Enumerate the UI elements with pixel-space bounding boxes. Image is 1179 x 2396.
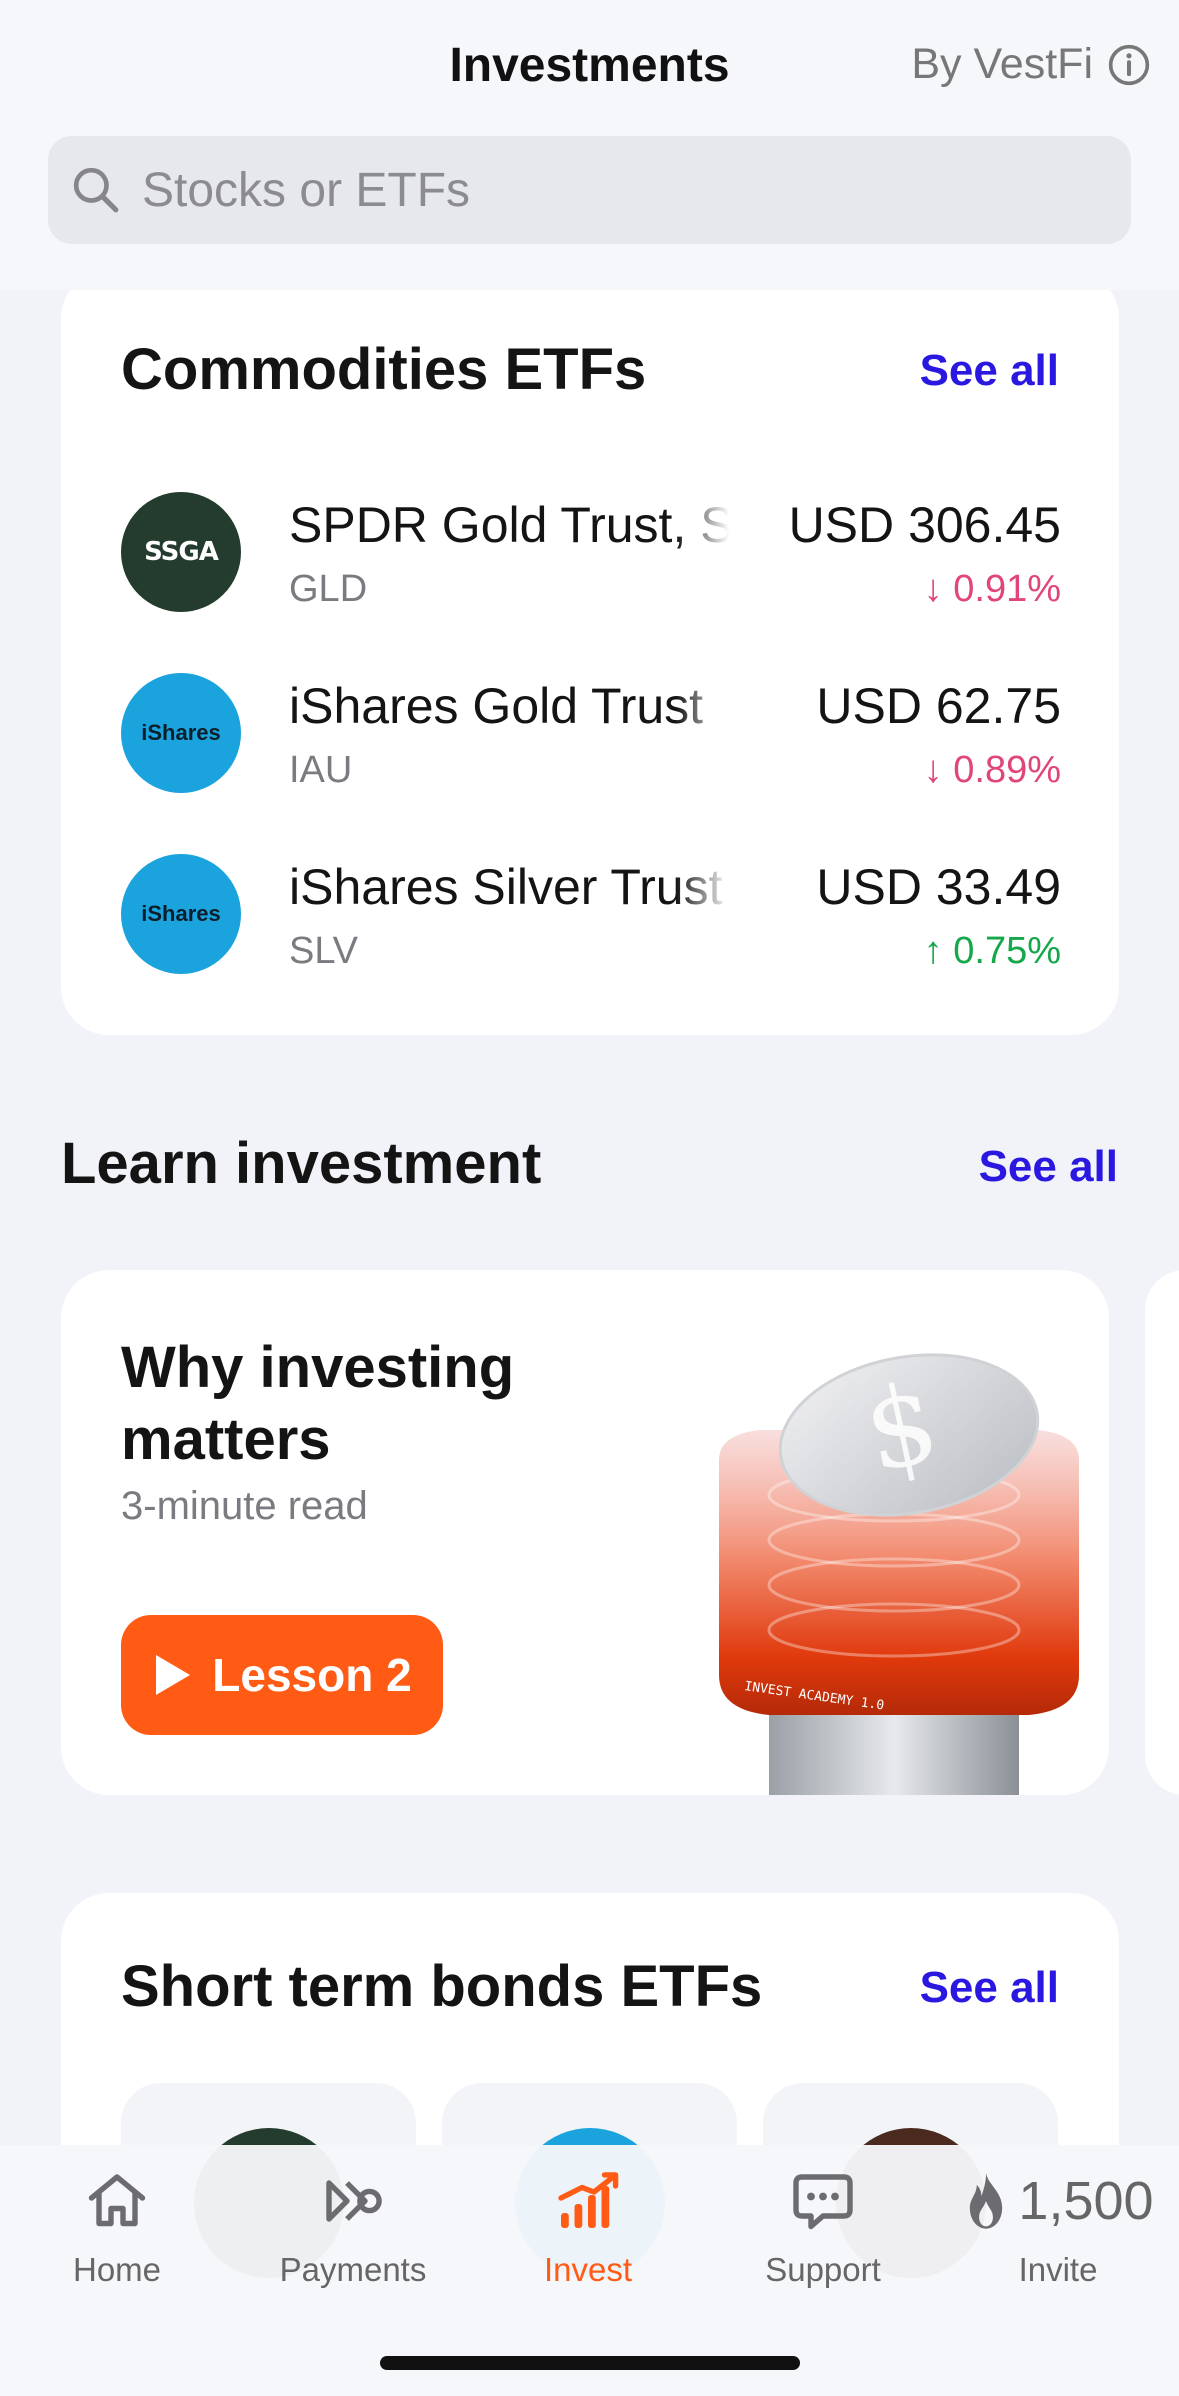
lesson-card[interactable]: Why investing matters 3-minute read Less… (61, 1270, 1109, 1795)
etf-ticker: SLV (289, 930, 359, 972)
invite-count: 1,500 (1018, 2171, 1154, 2231)
etf-row-slv[interactable]: iShares iShares Silver Trust SLV USD 33.… (121, 854, 1061, 994)
etf-change: ↓ 0.91% (924, 568, 1061, 611)
learn-title: Learn investment (61, 1131, 542, 1196)
tab-label: Invite (1018, 2251, 1098, 2288)
invest-icon (558, 2172, 619, 2228)
lesson-button-label: Lesson 2 (212, 1649, 412, 1701)
ishares-logo: iShares (121, 854, 241, 974)
change-value: 0.91% (953, 568, 1061, 610)
payments-icon (326, 2180, 382, 2222)
tab-support[interactable]: Support (723, 2165, 923, 2289)
tab-invite[interactable]: 1,500 Invite (958, 2165, 1158, 2289)
tab-label: Support (765, 2251, 881, 2288)
provider-label: By VestFi (911, 40, 1093, 88)
tab-label: Home (72, 2251, 162, 2288)
lesson-button[interactable]: Lesson 2 (121, 1615, 443, 1735)
home-indicator (380, 2356, 800, 2370)
invite-points: 1,500 (958, 2165, 1158, 2237)
next-lesson-card-peek[interactable] (1145, 1270, 1179, 1795)
arrow-down-icon: ↓ (923, 568, 943, 610)
etf-price: USD 62.75 (816, 677, 1061, 735)
etf-change: ↓ 0.89% (924, 749, 1061, 792)
currency-label: USD (788, 497, 895, 553)
bonds-title: Short term bonds ETFs (121, 1954, 763, 2019)
tab-label: Invest (543, 2251, 633, 2288)
change-value: 0.75% (953, 930, 1061, 972)
header: Investments By VestFi (0, 0, 1179, 290)
commodities-card: Commodities ETFs See all SSGA SPDR Gold … (61, 270, 1119, 1035)
provider-info[interactable]: By VestFi (911, 40, 1151, 89)
commodities-see-all-link[interactable]: See all (920, 346, 1059, 396)
coin-stack-illustration: $ INVEST ACADEMY 1.0 (719, 1353, 1079, 1795)
currency-label: USD (816, 678, 922, 734)
ishares-logo: iShares (121, 673, 241, 793)
etf-row-gld[interactable]: SSGA SPDR Gold Trust, SPDR GLD USD 306.4… (121, 492, 1061, 632)
search-input[interactable] (142, 162, 1042, 218)
bonds-see-all-link[interactable]: See all (920, 1963, 1059, 2013)
etf-change: ↑ 0.75% (924, 930, 1061, 973)
tab-home[interactable]: Home (17, 2165, 217, 2289)
lesson-duration: 3-minute read (121, 1484, 368, 1528)
tab-payments[interactable]: Payments (253, 2165, 453, 2289)
etf-name: iShares Silver Trust (289, 859, 723, 915)
etf-name: iShares Gold Trust (289, 678, 704, 734)
support-icon (793, 2174, 853, 2230)
etf-ticker: IAU (289, 749, 353, 791)
change-value: 0.89% (953, 749, 1061, 791)
tab-label: Payments (279, 2251, 427, 2288)
price-value: 62.75 (935, 678, 1061, 734)
etf-ticker: GLD (289, 568, 368, 610)
arrow-up-icon: ↑ (923, 930, 943, 972)
arrow-down-icon: ↓ (923, 749, 943, 791)
ssga-logo: SSGA (121, 492, 241, 612)
flame-icon (970, 2173, 1003, 2229)
etf-price: USD 306.45 (789, 496, 1061, 554)
info-icon[interactable] (1107, 43, 1151, 87)
price-value: 33.49 (935, 859, 1061, 915)
learn-see-all-link[interactable]: See all (979, 1142, 1118, 1192)
etf-price: USD 33.49 (816, 858, 1061, 916)
home-icon (88, 2174, 146, 2227)
etf-name: SPDR Gold Trust, SPDR (289, 497, 729, 553)
play-icon (156, 1655, 191, 1695)
search-bar[interactable] (48, 136, 1131, 244)
lesson-title: Why investing matters (121, 1335, 515, 1472)
commodities-title: Commodities ETFs (121, 337, 647, 402)
search-icon (73, 167, 119, 213)
tab-invest[interactable]: Invest (488, 2165, 688, 2289)
etf-row-iau[interactable]: iShares iShares Gold Trust IAU USD 62.75… (121, 673, 1061, 813)
currency-label: USD (816, 859, 922, 915)
price-value: 306.45 (908, 497, 1061, 553)
